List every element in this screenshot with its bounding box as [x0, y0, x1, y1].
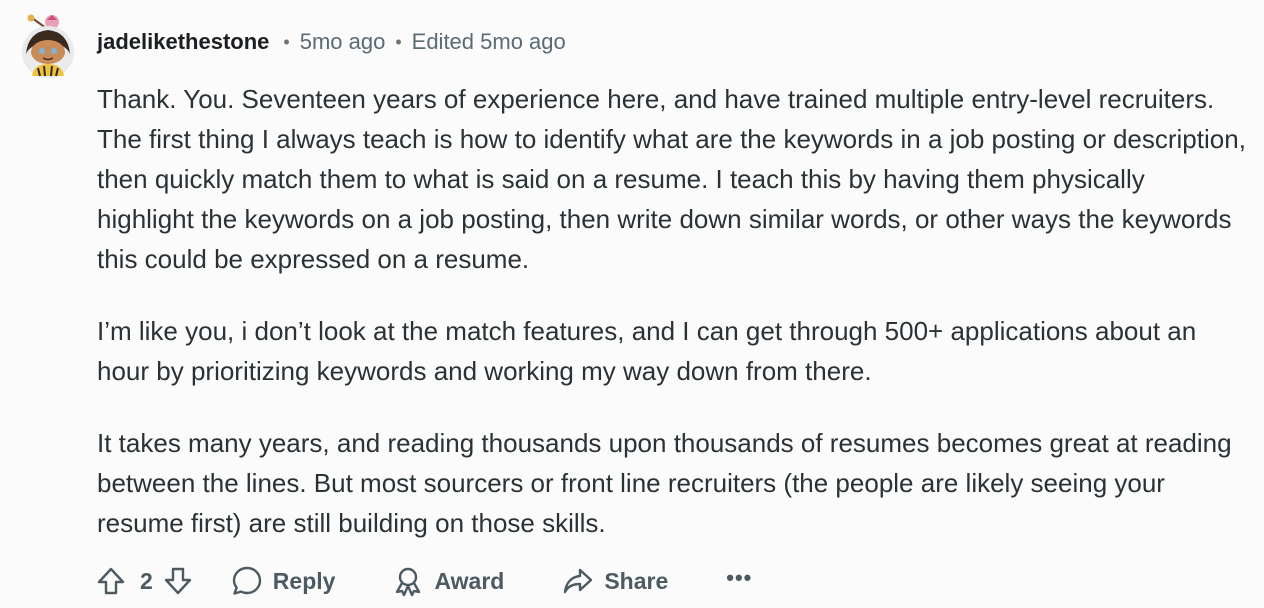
upvote-arrow-icon	[97, 567, 125, 595]
edited-time: Edited 5mo ago	[411, 29, 566, 54]
author-username[interactable]: jadelikethestone	[97, 29, 269, 55]
comment-paragraph: Thank. You. Seventeen years of experienc…	[97, 84, 1246, 274]
separator-dot: •	[283, 31, 290, 52]
user-avatar[interactable]	[16, 14, 80, 78]
downvote-arrow-icon	[164, 567, 191, 595]
share-button[interactable]: Share	[562, 565, 668, 597]
separator-dot: •	[395, 31, 402, 52]
comment: jadelikethestone • 5mo ago • Edited 5mo …	[0, 0, 1264, 608]
award-ribbon-icon	[396, 567, 421, 597]
comment-paragraph: I’m like you, i don’t look at the match …	[97, 316, 1197, 386]
comment-body: Thank. You. Seventeen years of experienc…	[97, 79, 1247, 575]
vote-score: 2	[140, 567, 153, 594]
more-options-button[interactable]: •••	[726, 565, 752, 597]
award-label: Award	[434, 567, 505, 594]
comment-header: jadelikethestone • 5mo ago • Edited 5mo …	[97, 28, 566, 56]
speech-bubble-icon	[232, 566, 261, 595]
comment-paragraph: It takes many years, and reading thousan…	[97, 428, 1232, 538]
upvote-button[interactable]	[92, 562, 130, 600]
comment-actions: 2 Reply Award Share •••	[92, 560, 752, 602]
award-button[interactable]: Award	[392, 565, 504, 597]
posted-time[interactable]: 5mo ago	[300, 29, 386, 55]
share-arrow-icon	[564, 568, 593, 594]
downvote-button[interactable]	[159, 562, 197, 600]
reply-label: Reply	[272, 567, 336, 594]
share-label: Share	[604, 567, 669, 594]
reply-button[interactable]: Reply	[231, 565, 336, 597]
